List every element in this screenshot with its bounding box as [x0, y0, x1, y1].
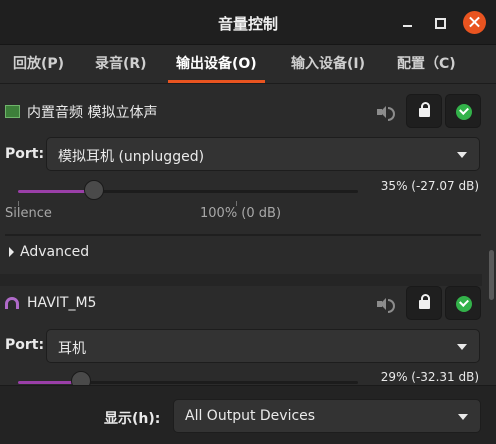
sound-card-icon: [5, 105, 20, 118]
output-device-havit: HAVIT_M5 Port: 耳机 29% (-32.31 dB): [0, 284, 482, 385]
lock-channels-button[interactable]: [406, 286, 442, 320]
check-icon: [456, 104, 472, 120]
window-title: 音量控制: [217, 15, 278, 33]
device-filter-value: All Output Devices: [185, 408, 316, 424]
title-bar: 音量控制: [0, 0, 496, 45]
port-select[interactable]: 耳机: [46, 329, 480, 363]
tab-output-devices[interactable]: 输出设备(O): [168, 45, 265, 83]
device-name: HAVIT_M5: [27, 295, 97, 311]
separator: [5, 234, 481, 236]
device-name: 内置音频 模拟立体声: [27, 105, 158, 121]
volume-readout: 29% (-32.31 dB): [380, 370, 479, 384]
chevron-down-icon: [458, 414, 468, 420]
tab-bar: 回放(P) 录音(R) 输出设备(O) 输入设备(I) 配置（C): [0, 45, 496, 84]
tab-configuration[interactable]: 配置（C): [397, 45, 456, 83]
output-device-builtin: 内置音频 模拟立体声 Port: 模拟耳机 (unplugged) 35% (-…: [0, 84, 482, 274]
show-label: 显示(h):: [104, 411, 161, 427]
tab-playback[interactable]: 回放(P): [13, 45, 64, 83]
check-icon: [456, 296, 472, 312]
volume-slider-knob[interactable]: [71, 371, 91, 385]
mute-speaker-icon[interactable]: [377, 296, 395, 313]
volume-slider[interactable]: [18, 371, 358, 385]
close-button[interactable]: [463, 11, 486, 34]
advanced-expander[interactable]: Advanced: [9, 244, 89, 260]
minimize-button[interactable]: [397, 12, 419, 34]
volume-slider[interactable]: [18, 180, 358, 200]
set-default-button[interactable]: [445, 94, 481, 128]
lock-channels-button[interactable]: [406, 94, 442, 128]
headphones-icon: [5, 297, 19, 309]
chevron-down-icon: [457, 344, 467, 350]
port-label: Port:: [5, 337, 45, 353]
set-default-button[interactable]: [445, 286, 481, 320]
lock-icon: [419, 102, 430, 117]
volume-slider-fill: [18, 190, 94, 193]
advanced-label: Advanced: [20, 244, 90, 260]
tab-recording[interactable]: 录音(R): [95, 45, 147, 83]
scale-label-silence: Silence: [5, 206, 52, 221]
tab-input-devices[interactable]: 输入设备(I): [291, 45, 365, 83]
port-select-value: 模拟耳机 (unplugged): [58, 149, 205, 165]
device-list: 内置音频 模拟立体声 Port: 模拟耳机 (unplugged) 35% (-…: [0, 84, 482, 385]
port-label: Port:: [5, 146, 45, 162]
volume-readout: 35% (-27.07 dB): [380, 179, 479, 193]
expand-arrow-icon: [9, 247, 14, 257]
chevron-down-icon: [457, 152, 467, 158]
port-select-value: 耳机: [58, 341, 86, 357]
volume-slider-knob[interactable]: [84, 180, 104, 200]
port-select[interactable]: 模拟耳机 (unplugged): [46, 137, 480, 171]
mute-speaker-icon[interactable]: [377, 104, 395, 121]
scale-label-100: 100% (0 dB): [200, 206, 282, 221]
maximize-button[interactable]: [429, 12, 451, 34]
scrollbar[interactable]: [489, 250, 494, 300]
lock-icon: [419, 294, 430, 309]
footer: 显示(h): All Output Devices: [0, 385, 496, 444]
device-filter-select[interactable]: All Output Devices: [173, 399, 481, 433]
